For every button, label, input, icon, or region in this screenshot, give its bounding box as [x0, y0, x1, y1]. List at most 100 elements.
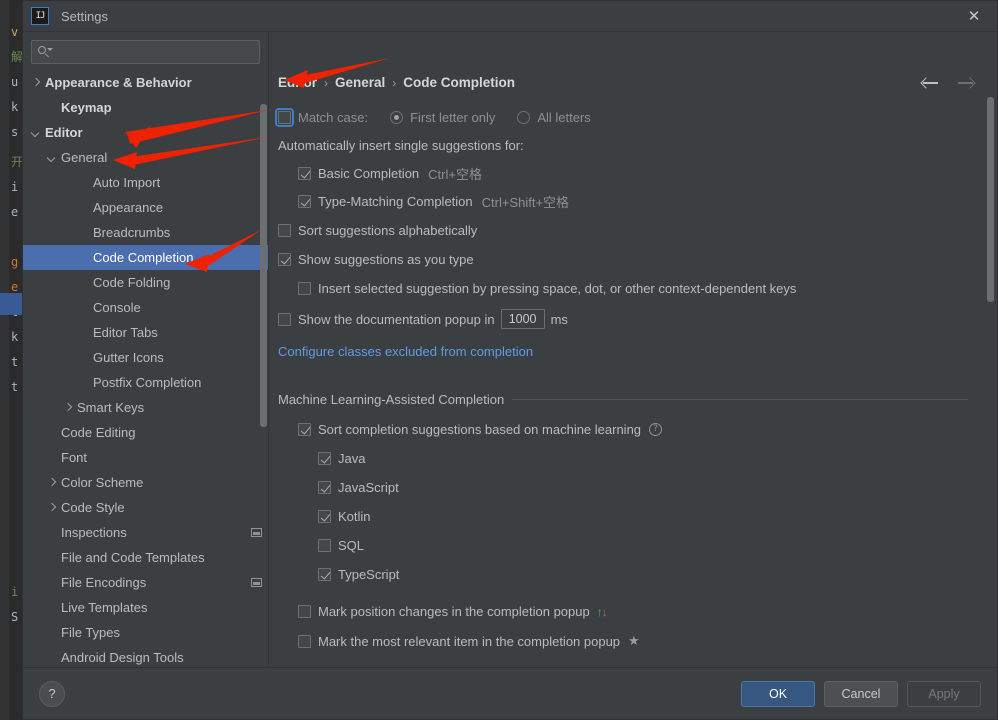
- kotlin-label: Kotlin: [338, 509, 371, 524]
- project-scope-icon: [251, 578, 262, 587]
- help-icon[interactable]: ?: [649, 423, 663, 436]
- sidebar-item-label: Postfix Completion: [93, 375, 202, 390]
- sidebar-item-font[interactable]: Font: [23, 445, 268, 470]
- sidebar-item-appearance-behavior[interactable]: Appearance & Behavior: [23, 70, 268, 95]
- insert-selected-label: Insert selected suggestion by pressing s…: [318, 281, 797, 296]
- doc-popup-checkbox[interactable]: [278, 312, 291, 326]
- sidebar-item-live-templates[interactable]: Live Templates: [23, 595, 268, 620]
- cancel-button[interactable]: Cancel: [824, 680, 898, 707]
- sort-ml-row: Sort completion suggestions based on mac…: [298, 422, 663, 437]
- chevron-right-icon[interactable]: [47, 502, 58, 513]
- ml-language-row: JavaScript: [318, 480, 399, 495]
- arrow-left-icon[interactable]: [919, 74, 941, 92]
- code-line: v: [11, 25, 19, 39]
- breadcrumb-item-general[interactable]: General: [335, 75, 385, 90]
- mark-position-label: Mark position changes in the completion …: [318, 604, 590, 619]
- sidebar-item-color-scheme[interactable]: Color Scheme: [23, 470, 268, 495]
- mark-position-row: Mark position changes in the completion …: [298, 604, 608, 619]
- all-letters-radio[interactable]: [517, 111, 531, 124]
- kotlin-checkbox[interactable]: [318, 510, 331, 523]
- sidebar-item-label: Auto Import: [93, 175, 161, 190]
- close-icon[interactable]: ✕: [951, 1, 997, 31]
- search-container: [23, 32, 268, 70]
- chevron-down-icon[interactable]: [31, 127, 42, 138]
- sidebar-item-code-editing[interactable]: Code Editing: [23, 420, 268, 445]
- sidebar-item-file-types[interactable]: File Types: [23, 620, 268, 645]
- search-box[interactable]: [31, 40, 260, 64]
- basic-completion-checkbox[interactable]: [298, 167, 311, 180]
- chevron-right-icon[interactable]: [63, 402, 74, 413]
- code-line: 开: [11, 155, 22, 169]
- type-matching-completion-shortcut: Ctrl+Shift+空格: [481, 195, 570, 210]
- sidebar-item-smart-keys[interactable]: Smart Keys: [23, 395, 268, 420]
- sidebar-item-file-and-code-templates[interactable]: File and Code Templates: [23, 545, 268, 570]
- show-as-you-type-label: Show suggestions as you type: [298, 252, 474, 267]
- typescript-checkbox[interactable]: [318, 568, 331, 581]
- sidebar-item-gutter-icons[interactable]: Gutter Icons: [23, 345, 268, 370]
- type-matching-completion-label: Type-Matching Completion: [318, 194, 473, 209]
- sidebar-scrollbar-thumb[interactable]: [260, 104, 267, 427]
- type-matching-completion-checkbox[interactable]: [298, 195, 311, 208]
- basic-completion-row: Basic Completion Ctrl+空格: [298, 164, 482, 183]
- sidebar-item-code-folding[interactable]: Code Folding: [23, 270, 268, 295]
- match-case-checkbox[interactable]: [275, 108, 294, 127]
- sidebar-item-postfix-completion[interactable]: Postfix Completion: [23, 370, 268, 395]
- help-button[interactable]: ?: [39, 680, 65, 707]
- breadcrumb-item-editor[interactable]: Editor: [278, 75, 317, 90]
- chevron-right-icon[interactable]: [31, 77, 42, 88]
- settings-tree[interactable]: Appearance & Behavior Keymap Editor General…: [23, 70, 268, 667]
- dialog-buttons: OK Cancel Apply: [741, 680, 981, 707]
- show-as-you-type-checkbox[interactable]: [278, 253, 291, 266]
- sidebar-item-code-style[interactable]: Code Style: [23, 495, 268, 520]
- sidebar-item-keymap[interactable]: Keymap: [23, 95, 268, 120]
- sidebar-item-editor[interactable]: Editor: [23, 120, 268, 145]
- sidebar-item-android-design-tools[interactable]: Android Design Tools: [23, 645, 268, 667]
- arrow-right-icon[interactable]: [955, 74, 977, 92]
- ml-language-row: Java: [318, 451, 365, 466]
- mark-relevant-checkbox[interactable]: [298, 634, 311, 648]
- doc-popup-delay-input[interactable]: 1000: [500, 309, 545, 329]
- sidebar-item-editor-tabs[interactable]: Editor Tabs: [23, 320, 268, 345]
- dialog-body: Appearance & Behavior Keymap Editor General…: [23, 32, 997, 667]
- java-checkbox[interactable]: [318, 452, 331, 465]
- insert-selected-checkbox[interactable]: [298, 282, 311, 295]
- ok-button[interactable]: OK: [741, 680, 815, 707]
- chevron-down-icon[interactable]: [47, 152, 58, 163]
- settings-dialog: IJ Settings ✕ Appearance & Behavior Keyma…: [22, 0, 998, 720]
- sidebar-item-label: File Encodings: [61, 575, 147, 590]
- sidebar-item-appearance[interactable]: Appearance: [23, 195, 268, 220]
- sidebar-item-console[interactable]: Console: [23, 295, 268, 320]
- sort-ml-checkbox[interactable]: [298, 423, 311, 436]
- breadcrumb: Editor › General › Code Completion: [278, 75, 515, 90]
- sidebar-item-label: Appearance: [93, 200, 164, 215]
- sort-alphabetically-checkbox[interactable]: [278, 224, 291, 237]
- breadcrumb-separator: ›: [324, 75, 328, 90]
- sidebar-item-auto-import[interactable]: Auto Import: [23, 170, 268, 195]
- sidebar-item-file-encodings[interactable]: File Encodings: [23, 570, 268, 595]
- sql-label: SQL: [338, 538, 365, 553]
- sidebar-item-label: Gutter Icons: [93, 350, 164, 365]
- sql-checkbox[interactable]: [318, 539, 331, 552]
- configure-excluded-link[interactable]: Configure classes excluded from completi…: [278, 344, 533, 359]
- javascript-checkbox[interactable]: [318, 481, 331, 494]
- configure-excluded-link-row: Configure classes excluded from completi…: [278, 344, 533, 359]
- sidebar-item-label: Breadcrumbs: [93, 225, 171, 240]
- apply-button[interactable]: Apply: [907, 680, 981, 707]
- chevron-right-icon[interactable]: [47, 477, 58, 488]
- mark-relevant-row: Mark the most relevant item in the compl…: [298, 633, 640, 649]
- content-scrollbar-thumb[interactable]: [987, 97, 994, 302]
- sidebar-item-label: Code Completion: [93, 250, 194, 265]
- sidebar-item-breadcrumbs[interactable]: Breadcrumbs: [23, 220, 268, 245]
- mark-position-checkbox[interactable]: [298, 605, 311, 618]
- sidebar-item-label: Smart Keys: [77, 400, 145, 415]
- sidebar-item-label: Code Style: [61, 500, 125, 515]
- sidebar-item-inspections[interactable]: Inspections: [23, 520, 268, 545]
- sidebar-item-general[interactable]: General: [23, 145, 268, 170]
- first-letter-only-radio[interactable]: [390, 111, 404, 124]
- search-input[interactable]: [55, 44, 253, 60]
- sidebar-item-code-completion[interactable]: Code Completion: [23, 245, 268, 270]
